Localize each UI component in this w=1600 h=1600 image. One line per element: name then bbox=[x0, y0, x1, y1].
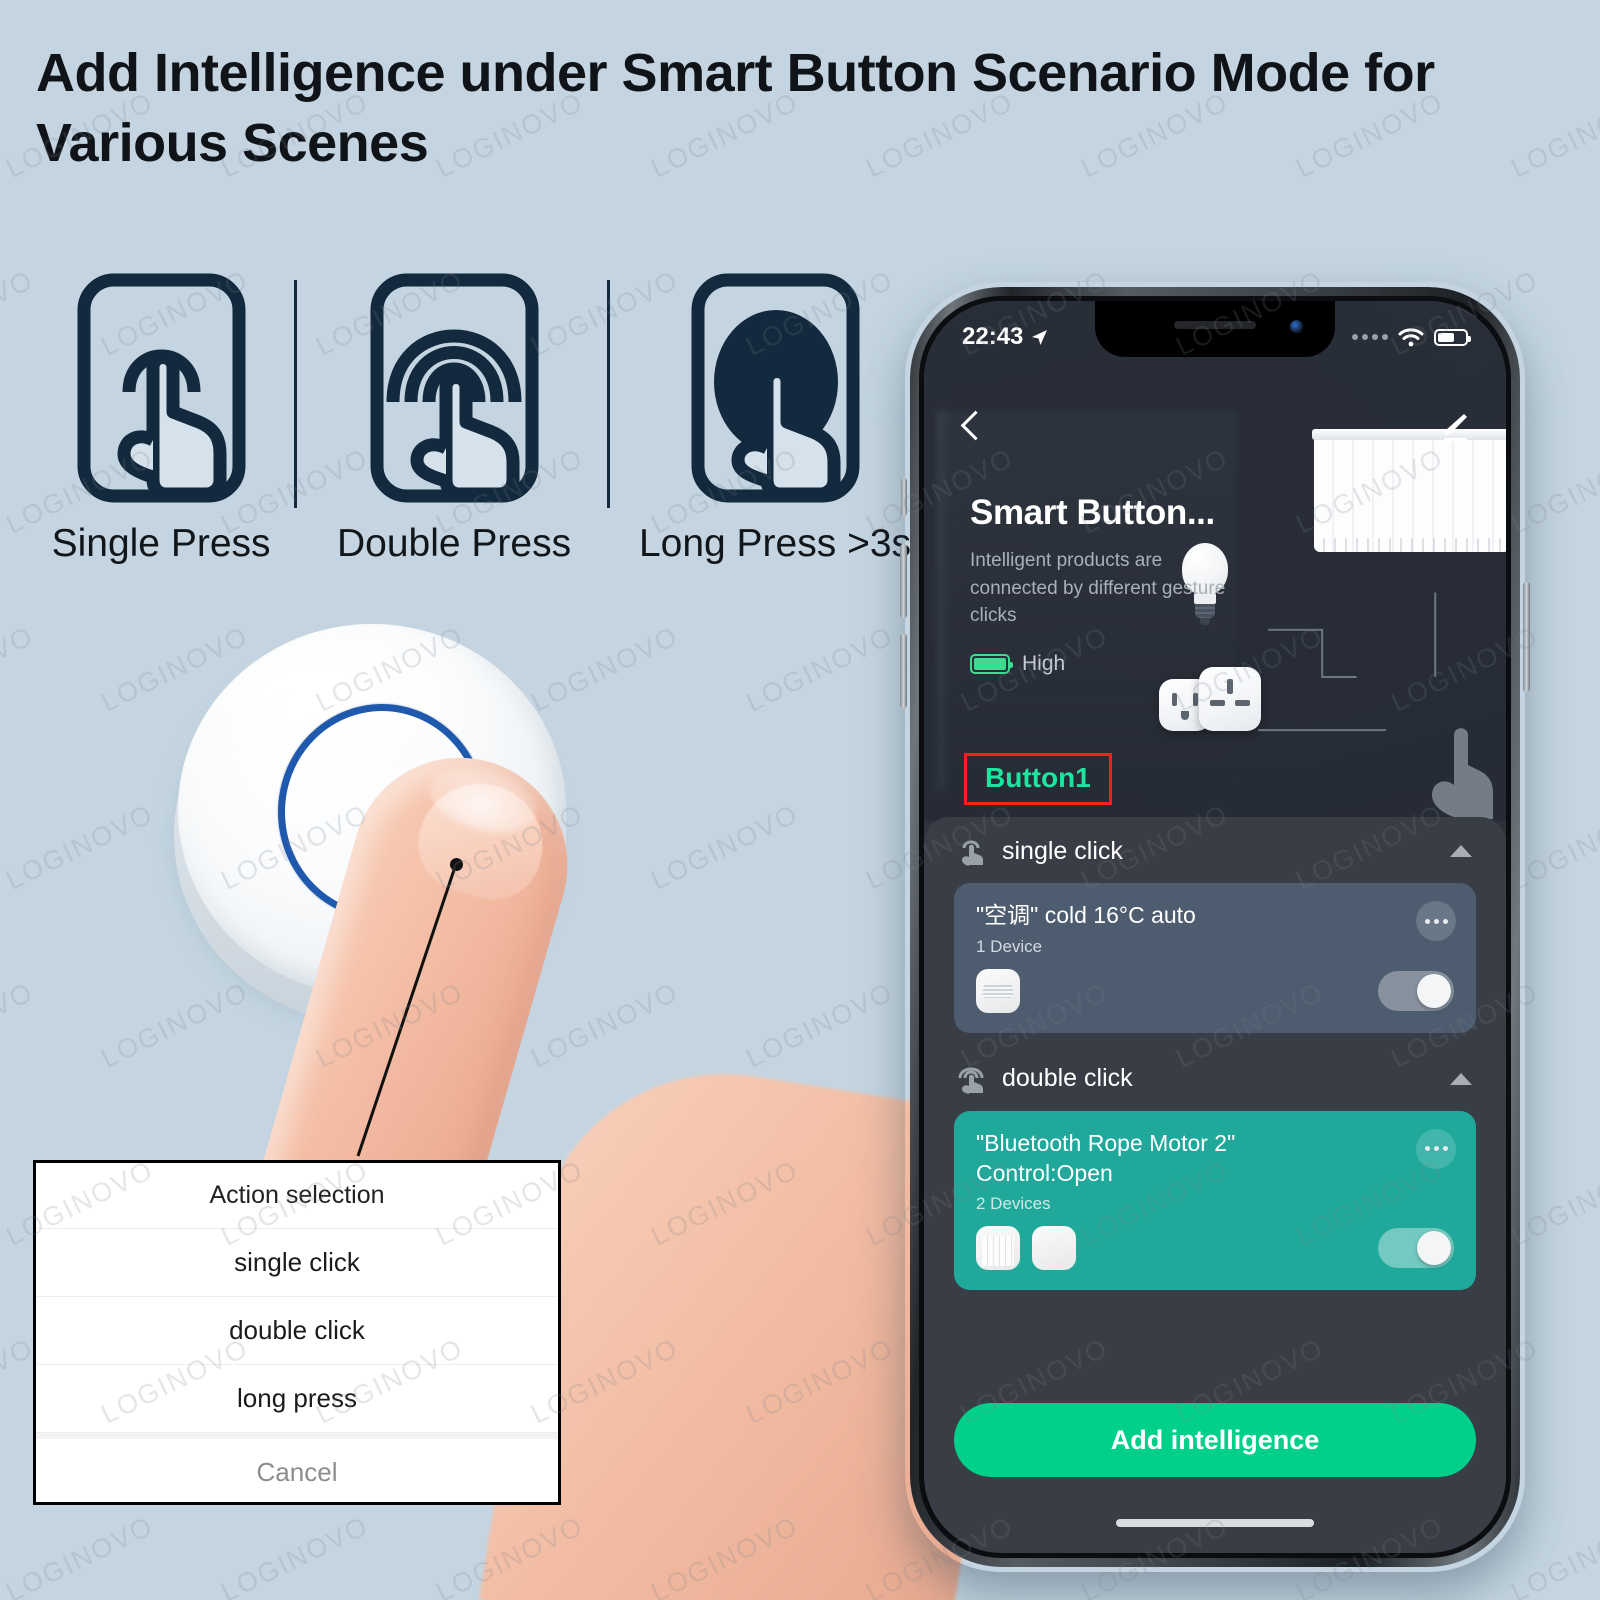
card-device-count: 1 Device bbox=[976, 936, 1043, 956]
app-screen: 22:43 Smart Button... Intelligent produc… bbox=[924, 301, 1506, 1553]
gesture-label: Single Press bbox=[51, 522, 271, 565]
group-header-left: double click bbox=[958, 1063, 1133, 1095]
nav-bar bbox=[924, 399, 1506, 455]
gesture-single-press: Single Press bbox=[30, 272, 292, 566]
callout-leader-line bbox=[356, 863, 458, 1157]
watermark-text: LOGINOVO bbox=[0, 620, 39, 718]
volume-up-button[interactable] bbox=[900, 544, 907, 618]
gesture-label: Long Press >3s bbox=[638, 522, 912, 565]
automation-card-double-click[interactable]: "Bluetooth Rope Motor 2" Control:Open 2 … bbox=[954, 1110, 1476, 1290]
power-button[interactable] bbox=[1523, 582, 1530, 692]
card-device-count: 2 Devices bbox=[976, 1193, 1051, 1213]
group-label: double click bbox=[1002, 1064, 1133, 1093]
location-arrow-icon bbox=[1032, 329, 1048, 345]
blank-device-icon bbox=[1032, 1225, 1076, 1270]
watermark-text: LOGINOVO bbox=[311, 0, 468, 7]
divider bbox=[294, 280, 297, 508]
phone-mockup: 22:43 Smart Button... Intelligent produc… bbox=[900, 282, 1530, 1572]
watermark-text: LOGINOVO bbox=[0, 976, 39, 1074]
more-dots-icon[interactable] bbox=[1416, 1128, 1456, 1169]
device-title: Smart Button... bbox=[970, 493, 1215, 532]
divider bbox=[607, 280, 610, 508]
status-bar: 22:43 bbox=[924, 317, 1506, 357]
watermark-text: LOGINOVO bbox=[956, 0, 1113, 7]
phone-screen: 22:43 Smart Button... Intelligent produc… bbox=[919, 296, 1511, 1558]
watermark-text: LOGINOVO bbox=[216, 1510, 374, 1600]
button1-highlight-box[interactable]: Button1 bbox=[964, 753, 1112, 805]
watermark-text: LOGINOVO bbox=[1, 1510, 159, 1600]
battery-level-label: High bbox=[1022, 651, 1066, 675]
action-selection-dialog[interactable]: Action selection single click double cli… bbox=[33, 1160, 561, 1505]
caret-up-icon[interactable] bbox=[1450, 1072, 1472, 1085]
caret-up-icon[interactable] bbox=[1450, 845, 1472, 857]
card-title: "空调" cold 16°C auto bbox=[976, 902, 1196, 928]
page-title: Add Intelligence under Smart Button Scen… bbox=[36, 43, 1435, 174]
silent-switch[interactable] bbox=[901, 478, 907, 516]
pointing-hand-icon bbox=[1432, 728, 1493, 819]
status-indicators bbox=[1352, 327, 1471, 347]
device-hero-section: 22:43 Smart Button... Intelligent produc… bbox=[924, 301, 1506, 821]
card-footer bbox=[976, 1225, 1454, 1270]
watermark-text: LOGINOVO bbox=[741, 620, 899, 718]
card-footer bbox=[976, 968, 1454, 1013]
device-subtitle: Intelligent products are connected by di… bbox=[970, 550, 1226, 627]
wifi-icon bbox=[1398, 327, 1424, 346]
card-device-icons bbox=[976, 1225, 1076, 1270]
single-press-icon bbox=[74, 272, 249, 504]
card-toggle[interactable] bbox=[1378, 970, 1454, 1011]
air-conditioner-icon bbox=[976, 968, 1020, 1013]
card-subtitle: Control:Open bbox=[976, 1159, 1113, 1186]
volume-down-button[interactable] bbox=[900, 634, 907, 708]
group-header-double-click[interactable]: double click bbox=[924, 1033, 1506, 1107]
battery-icon bbox=[1434, 328, 1471, 346]
automation-card-single-click[interactable]: "空调" cold 16°C auto 1 Device bbox=[954, 883, 1476, 1033]
double-click-icon bbox=[958, 1067, 984, 1094]
pencil-edit-icon[interactable] bbox=[1438, 411, 1470, 443]
add-intelligence-button[interactable]: Add intelligence bbox=[954, 1403, 1476, 1477]
dialog-cancel-button[interactable]: Cancel bbox=[36, 1433, 558, 1502]
signal-dots-icon bbox=[1352, 334, 1388, 340]
status-time: 22:43 bbox=[962, 323, 1024, 350]
device-info: Smart Button... Intelligent products are… bbox=[970, 493, 1240, 676]
gesture-legend: Single Press Double Press Long Press >3s bbox=[30, 272, 912, 582]
watermark-text: LOGINOVO bbox=[96, 0, 253, 7]
watermark-text: LOGINOVO bbox=[741, 976, 899, 1074]
home-indicator[interactable] bbox=[1116, 1519, 1314, 1527]
gesture-double-press: Double Press bbox=[323, 272, 585, 566]
card-device-icons bbox=[976, 968, 1020, 1013]
watermark-text: LOGINOVO bbox=[1, 798, 159, 896]
watermark-text: LOGINOVO bbox=[741, 0, 898, 7]
card-toggle[interactable] bbox=[1378, 1227, 1454, 1268]
watermark-text: LOGINOVO bbox=[1171, 0, 1328, 7]
gesture-actions-panel: single click "空调" cold 16°C auto 1 Devic… bbox=[924, 817, 1506, 1553]
single-click-icon bbox=[962, 840, 983, 866]
double-press-icon bbox=[367, 272, 542, 504]
battery-full-icon bbox=[970, 653, 1013, 674]
dialog-option-long-press[interactable]: long press bbox=[36, 1365, 558, 1433]
status-time-group: 22:43 bbox=[962, 323, 1048, 351]
battery-status-row: High bbox=[970, 652, 1240, 676]
long-press-icon bbox=[688, 272, 863, 504]
group-header-left: single click bbox=[958, 835, 1123, 867]
back-chevron-icon[interactable] bbox=[960, 409, 982, 445]
dialog-option-double-click[interactable]: double click bbox=[36, 1297, 558, 1365]
gesture-label: Double Press bbox=[336, 522, 572, 565]
dialog-option-single-click[interactable]: single click bbox=[36, 1229, 558, 1297]
card-title: "Bluetooth Rope Motor 2" bbox=[976, 1129, 1236, 1156]
watermark-text: LOGINOVO bbox=[526, 0, 683, 7]
watermark-text: LOGINOVO bbox=[0, 0, 39, 7]
group-header-single-click[interactable]: single click bbox=[924, 817, 1506, 879]
curtain-device-icon bbox=[976, 1225, 1020, 1270]
gesture-long-press: Long Press >3s bbox=[638, 272, 912, 566]
more-dots-icon[interactable] bbox=[1416, 901, 1456, 941]
watermark-text: LOGINOVO bbox=[1386, 0, 1543, 7]
button1-label: Button1 bbox=[985, 762, 1091, 793]
dialog-title: Action selection bbox=[36, 1163, 558, 1229]
group-label: single click bbox=[1002, 836, 1123, 865]
poster-root: Add Intelligence under Smart Button Scen… bbox=[0, 0, 1600, 1600]
